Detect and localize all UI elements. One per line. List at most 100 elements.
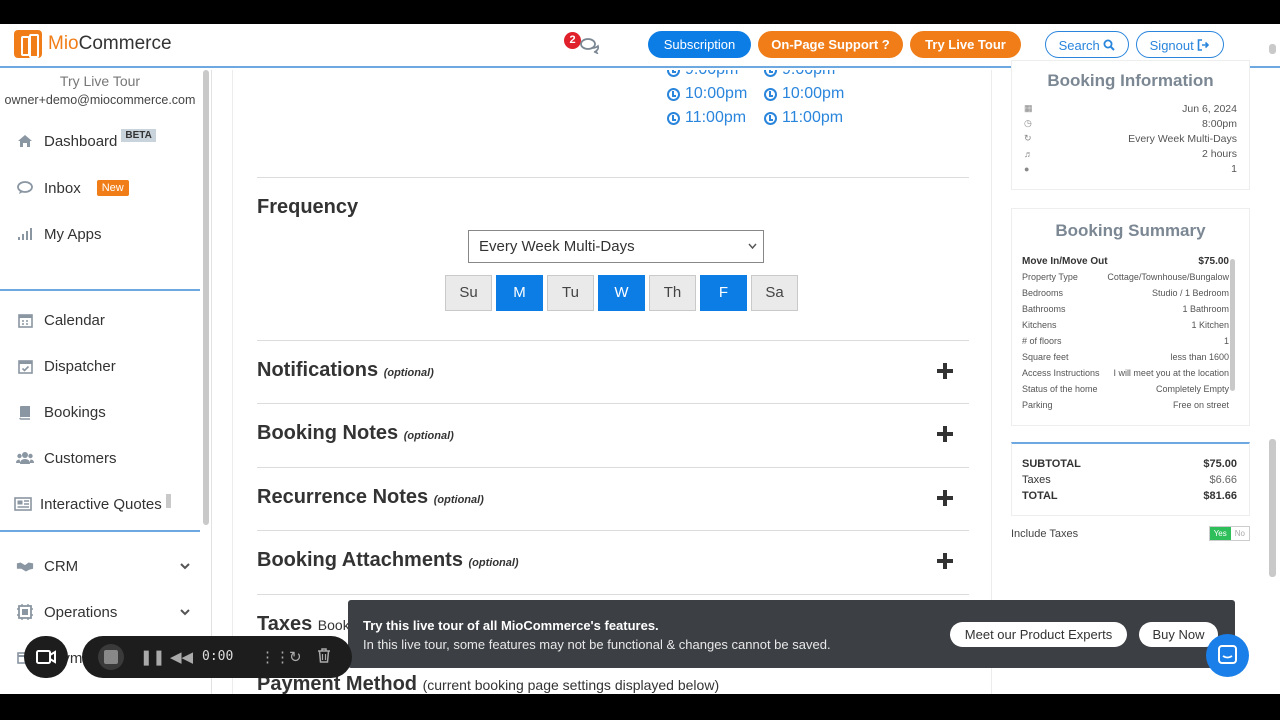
info-frequency: ↻ Every Week Multi-Days bbox=[1024, 132, 1237, 145]
sidebar-item-interactive-quotes[interactable]: Interactive Quotes bbox=[0, 489, 200, 519]
handshake-icon bbox=[16, 560, 34, 573]
time-slot[interactable]: 9:00pm bbox=[764, 70, 844, 82]
day-thursday[interactable]: Th bbox=[649, 275, 696, 311]
stop-recording-button[interactable] bbox=[98, 644, 124, 670]
sidebar-item-label: Interactive Quotes bbox=[40, 495, 162, 513]
time-slot[interactable]: 9:00pm bbox=[667, 70, 747, 82]
time-column: 9:00pm 10:00pm 11:00pm bbox=[764, 70, 844, 130]
booking-summary-card: Booking Summary Move In/Move Out $75.00 P… bbox=[1011, 208, 1250, 426]
search-button[interactable]: Search bbox=[1045, 31, 1129, 58]
repeat-icon: ↻ bbox=[1024, 133, 1032, 143]
expand-notifications-icon[interactable] bbox=[936, 362, 954, 380]
summary-service: Move In/Move Out $75.00 bbox=[1022, 255, 1229, 267]
sidebar-item-inbox[interactable]: Inbox New bbox=[0, 173, 200, 203]
day-sunday[interactable]: Su bbox=[445, 275, 492, 311]
camera-toggle-button[interactable] bbox=[24, 636, 68, 678]
meet-product-experts-button[interactable]: Meet our Product Experts bbox=[950, 622, 1127, 647]
time-slot[interactable]: 11:00pm bbox=[667, 106, 747, 130]
recording-timer: 0:00 bbox=[202, 649, 234, 664]
sidebar-item-dashboard[interactable]: Dashboard BETA bbox=[0, 126, 200, 156]
day-wednesday[interactable]: W bbox=[598, 275, 645, 311]
bell-icon: ♬ bbox=[1024, 148, 1033, 159]
frequency-select[interactable]: Every Week Multi-Days bbox=[468, 230, 764, 263]
on-page-support-button[interactable]: On-Page Support ? bbox=[758, 31, 903, 58]
time-slot[interactable]: 11:00pm bbox=[764, 106, 844, 130]
pause-icon[interactable]: ❚❚ bbox=[140, 648, 165, 666]
subscription-button[interactable]: Subscription bbox=[648, 31, 751, 58]
support-chat-button[interactable] bbox=[1206, 634, 1249, 677]
toggle-yes[interactable]: Yes bbox=[1209, 527, 1231, 540]
divider bbox=[257, 340, 969, 341]
restart-icon[interactable]: ↻ bbox=[289, 648, 302, 666]
time-slot[interactable]: 10:00pm bbox=[764, 82, 844, 106]
summary-row: Parking Free on street bbox=[1022, 400, 1229, 410]
user-info: Try Live Tour owner+demo@miocommerce.com bbox=[0, 73, 200, 107]
grip-icon[interactable]: ⋮⋮ bbox=[260, 648, 290, 666]
booking-notes-section[interactable]: Booking Notes (optional) bbox=[257, 422, 454, 445]
brand-name: MioCommerce bbox=[48, 33, 172, 54]
sidebar-item-dispatcher[interactable]: Dispatcher bbox=[0, 351, 200, 381]
brand-logo[interactable]: MioCommerce bbox=[14, 30, 172, 58]
trash-icon[interactable] bbox=[317, 648, 331, 667]
chevron-down-icon bbox=[180, 559, 190, 573]
info-date: ▦ Jun 6, 2024 bbox=[1024, 102, 1237, 115]
frequency-title: Frequency bbox=[257, 196, 359, 218]
taxes-row: Taxes $6.66 bbox=[1022, 474, 1237, 486]
day-friday[interactable]: F bbox=[700, 275, 747, 311]
sidebar-scrollbar[interactable] bbox=[203, 70, 209, 525]
sidebar-item-calendar[interactable]: Calendar bbox=[0, 305, 200, 335]
clock-icon bbox=[667, 111, 680, 125]
summary-row: Property Type Cottage/Townhouse/Bungalow bbox=[1022, 272, 1229, 282]
page-scrollbar[interactable] bbox=[1269, 439, 1276, 577]
search-label: Search bbox=[1058, 38, 1100, 53]
sidebar-item-crm[interactable]: CRM bbox=[0, 551, 200, 581]
recurrence-notes-section[interactable]: Recurrence Notes (optional) bbox=[257, 486, 484, 509]
sidebar-item-label: My Apps bbox=[44, 225, 102, 243]
toggle-no[interactable]: No bbox=[1231, 527, 1249, 540]
signout-label: Signout bbox=[1149, 38, 1194, 53]
page-scrollbar-arrow[interactable] bbox=[1269, 44, 1276, 54]
sidebar-item-my-apps[interactable]: My Apps bbox=[0, 219, 200, 249]
summary-row: Square feet less than 1600 bbox=[1022, 352, 1229, 362]
sign-out-icon bbox=[1198, 39, 1210, 51]
signout-button[interactable]: Signout bbox=[1136, 31, 1224, 58]
taxes-section[interactable]: Taxes Book bbox=[257, 613, 350, 636]
sidebar-divider bbox=[0, 289, 200, 291]
rewind-icon[interactable]: ◀◀ bbox=[170, 648, 193, 666]
banner-text: In this live tour, some features may not… bbox=[363, 637, 831, 652]
time-slot[interactable]: 10:00pm bbox=[667, 82, 747, 106]
sidebar-item-bookings[interactable]: Bookings bbox=[0, 397, 200, 427]
day-monday[interactable]: M bbox=[496, 275, 543, 311]
user-email: owner+demo@miocommerce.com bbox=[4, 93, 196, 107]
summary-row: # of floors 1 bbox=[1022, 336, 1229, 346]
operations-icon bbox=[16, 604, 34, 620]
live-tour-banner: Try this live tour of all MioCommerce's … bbox=[348, 600, 1235, 668]
expand-booking-attachments-icon[interactable] bbox=[936, 552, 954, 570]
divider bbox=[257, 177, 969, 178]
new-badge: New bbox=[96, 180, 129, 196]
expand-recurrence-notes-icon[interactable] bbox=[936, 489, 954, 507]
include-taxes-toggle[interactable]: Yes No bbox=[1208, 526, 1250, 541]
cursor-marker bbox=[165, 494, 171, 508]
messages-button[interactable]: 2 bbox=[564, 32, 604, 56]
notifications-section[interactable]: Notifications (optional) bbox=[257, 359, 434, 382]
booking-summary-title: Booking Summary bbox=[1055, 221, 1206, 240]
divider bbox=[257, 530, 969, 531]
sidebar-item-label: CRM bbox=[44, 557, 79, 575]
summary-row: Access Instructions I will meet you at th… bbox=[1022, 368, 1229, 378]
booking-attachments-section[interactable]: Booking Attachments (optional) bbox=[257, 549, 519, 572]
day-tuesday[interactable]: Tu bbox=[547, 275, 594, 311]
sidebar-item-customers[interactable]: Customers bbox=[0, 443, 200, 473]
expand-booking-notes-icon[interactable] bbox=[936, 425, 954, 443]
signal-bars-icon bbox=[16, 227, 34, 241]
chat-icon bbox=[1218, 645, 1237, 664]
try-live-tour-button[interactable]: Try Live Tour bbox=[910, 31, 1021, 58]
divider bbox=[257, 594, 969, 595]
day-saturday[interactable]: Sa bbox=[751, 275, 798, 311]
sidebar-item-label: Operations bbox=[44, 603, 118, 621]
sidebar-item-operations[interactable]: Operations bbox=[0, 597, 200, 627]
total-row: TOTAL $81.66 bbox=[1022, 490, 1237, 502]
summary-scrollbar[interactable] bbox=[1230, 259, 1235, 391]
users-icon bbox=[16, 451, 34, 465]
clock-icon: ◷ bbox=[1024, 118, 1032, 128]
